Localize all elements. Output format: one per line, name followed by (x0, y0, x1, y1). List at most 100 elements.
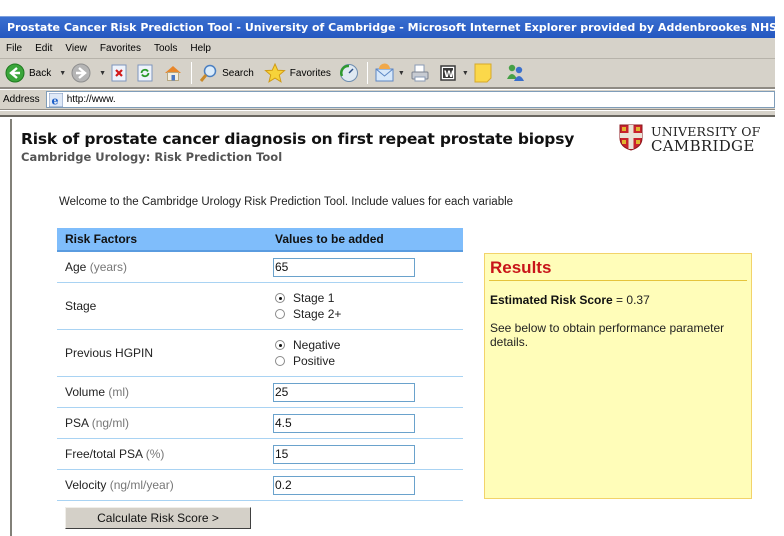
velocity-input[interactable] (273, 475, 415, 495)
page-content: Risk of prostate cancer diagnosis on fir… (10, 119, 775, 536)
browser-window: e Prostate Cancer Risk Prediction Tool -… (0, 16, 775, 536)
messenger-icon (506, 64, 524, 81)
risk-factors-table: Risk Factors Values to be added Age (yea… (57, 228, 463, 529)
back-arrow-icon (5, 63, 25, 83)
toolbar-separator (191, 62, 193, 84)
print-button[interactable] (410, 63, 430, 83)
menu-file[interactable]: File (0, 43, 29, 54)
velocity-label: Velocity (65, 478, 107, 492)
svg-text:e: e (51, 94, 58, 107)
address-label: Address (3, 94, 40, 105)
stage-1-option[interactable]: Stage 1 (273, 291, 463, 305)
hgpin-radio-group: Negative Positive (273, 338, 463, 368)
row-age: Age (years) (57, 252, 463, 283)
row-velocity: Velocity (ng/ml/year) (57, 470, 463, 501)
stage-label: Stage (65, 299, 97, 313)
chrome-divider (0, 111, 775, 117)
home-button[interactable] (163, 63, 183, 83)
page-subtitle: Cambridge Urology: Risk Prediction Tool (21, 150, 283, 164)
row-psa: PSA (ng/ml) (57, 408, 463, 439)
menu-edit[interactable]: Edit (29, 43, 59, 54)
back-button[interactable]: Back (5, 63, 51, 83)
free-total-psa-input[interactable] (273, 444, 415, 464)
results-title: Results (489, 258, 747, 281)
volume-input[interactable] (273, 382, 415, 402)
volume-label: Volume (65, 385, 106, 399)
radio-unchecked-icon[interactable] (275, 356, 285, 366)
word-icon: W (440, 65, 456, 81)
forward-dropdown-icon[interactable]: ▼ (99, 70, 106, 77)
note-button[interactable] (474, 63, 492, 83)
edit-word-button[interactable]: W (440, 65, 456, 81)
calculate-risk-score-button[interactable]: Calculate Risk Score > (65, 507, 251, 529)
search-icon (199, 64, 217, 82)
free-total-psa-label: Free/total PSA (65, 447, 143, 461)
toolbar-separator (366, 62, 368, 84)
row-volume: Volume (ml) (57, 377, 463, 408)
page-title: Risk of prostate cancer diagnosis on fir… (21, 130, 575, 148)
table-header: Risk Factors Values to be added (57, 228, 463, 252)
stage-2plus-option[interactable]: Stage 2+ (273, 307, 463, 321)
title-bar: e Prostate Cancer Risk Prediction Tool -… (0, 16, 775, 38)
forward-button[interactable] (71, 63, 91, 83)
menu-view[interactable]: View (59, 43, 94, 54)
risk-score-label: Estimated Risk Score (490, 293, 613, 307)
age-input[interactable] (273, 257, 415, 277)
search-button[interactable]: Search (198, 63, 254, 83)
mail-icon (375, 63, 394, 82)
velocity-unit: (ng/ml/year) (109, 478, 174, 492)
menu-bar: File Edit View Favorites Tools Help (0, 38, 775, 59)
page-icon: e (48, 92, 63, 107)
radio-unchecked-icon[interactable] (275, 309, 285, 319)
cambridge-crest-icon (619, 124, 643, 151)
refresh-button[interactable] (137, 64, 153, 82)
hgpin-positive-option[interactable]: Positive (273, 354, 463, 368)
header-values: Values to be added (275, 232, 384, 246)
edit-dropdown-icon[interactable]: ▼ (462, 70, 469, 77)
logo-line-2: CAMBRIDGE (651, 137, 755, 155)
risk-score-value: 0.37 (626, 293, 650, 307)
menu-favorites[interactable]: Favorites (94, 43, 148, 54)
psa-label: PSA (65, 416, 89, 430)
radio-checked-icon[interactable] (275, 293, 285, 303)
sticky-note-icon (474, 63, 492, 83)
psa-input[interactable] (273, 413, 415, 433)
row-previous-hgpin: Previous HGPIN Negative Positive (57, 330, 463, 377)
free-total-psa-unit: (%) (145, 447, 165, 461)
mail-button[interactable] (374, 63, 396, 83)
hgpin-negative-option[interactable]: Negative (273, 338, 463, 352)
age-label: Age (65, 260, 87, 274)
address-input[interactable]: e http://www. (45, 91, 775, 108)
window-title: Prostate Cancer Risk Prediction Tool - U… (7, 21, 775, 34)
volume-unit: (ml) (108, 385, 130, 399)
university-logo[interactable]: UNIVERSITY OF CAMBRIDGE (619, 124, 761, 154)
back-label: Back (29, 67, 52, 79)
address-bar: Address e http://www. (0, 90, 775, 110)
back-dropdown-icon[interactable]: ▼ (59, 70, 66, 77)
refresh-icon (137, 64, 153, 82)
results-panel: Results Estimated Risk Score = 0.37 See … (484, 253, 752, 499)
welcome-text: Welcome to the Cambridge Urology Risk Pr… (59, 196, 514, 208)
header-risk-factors: Risk Factors (65, 232, 138, 246)
stop-button[interactable] (111, 64, 127, 82)
print-icon (411, 64, 429, 82)
risk-score-separator: = (612, 293, 627, 307)
menu-tools[interactable]: Tools (148, 43, 184, 54)
performance-note: See below to obtain performance paramete… (490, 321, 725, 349)
favorites-button[interactable]: Favorites (263, 63, 331, 83)
row-stage: Stage Stage 1 Stage 2+ (57, 283, 463, 330)
stop-icon (111, 64, 127, 82)
hgpin-label: Previous HGPIN (65, 346, 154, 360)
menu-help[interactable]: Help (184, 43, 218, 54)
row-free-total-psa: Free/total PSA (%) (57, 439, 463, 470)
history-button[interactable] (339, 63, 359, 83)
standard-toolbar: Back ▼ ▼ Search Favorites ▼ W ▼ (0, 59, 775, 89)
search-label: Search (222, 67, 254, 79)
history-icon (339, 64, 358, 82)
forward-arrow-icon (71, 63, 91, 83)
home-icon (165, 66, 182, 81)
radio-checked-icon[interactable] (275, 340, 285, 350)
mail-dropdown-icon[interactable]: ▼ (398, 70, 405, 77)
messenger-button[interactable] (504, 63, 526, 83)
favorites-label: Favorites (289, 67, 331, 79)
